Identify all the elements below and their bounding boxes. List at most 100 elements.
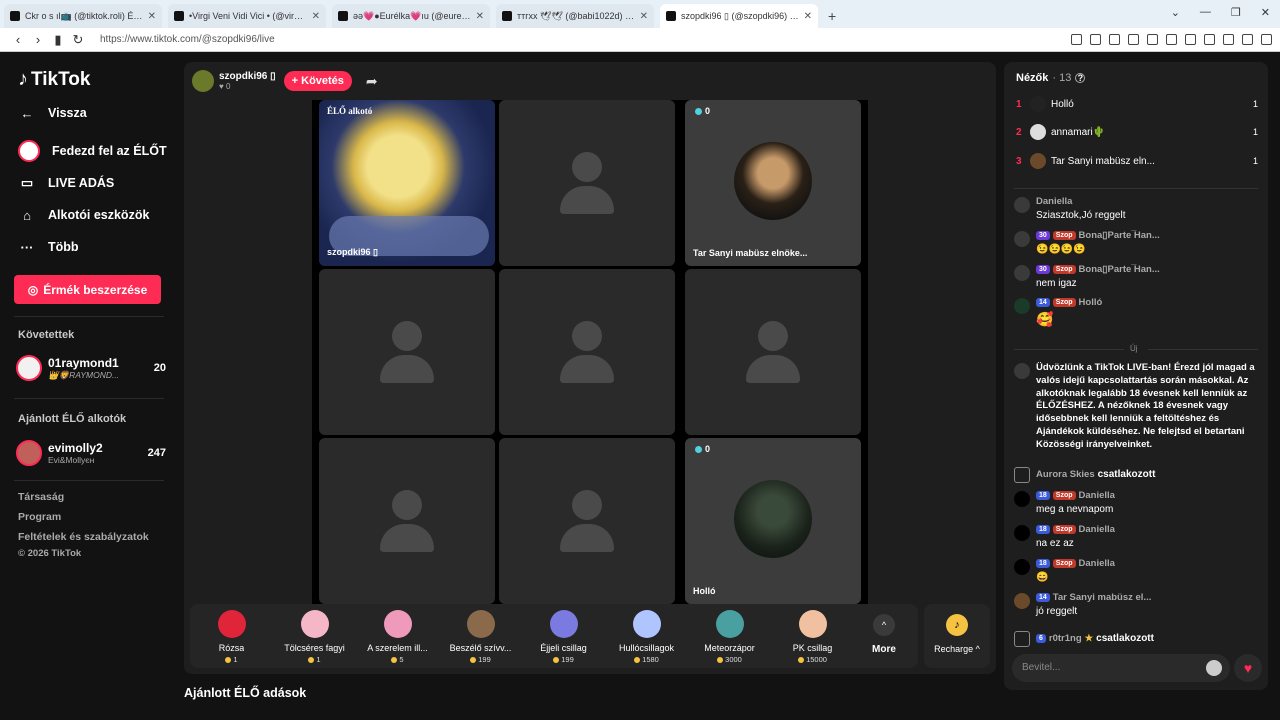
chevron-down-icon[interactable]: ⌄ xyxy=(1171,6,1180,19)
nav-explore-live[interactable]: Fedezd fel az ÉLŐT xyxy=(18,140,167,162)
more-dots-icon: ··· xyxy=(20,239,34,255)
footer-link-terms[interactable]: Feltételek és szabályzatok xyxy=(18,531,149,543)
avatar xyxy=(1014,298,1030,314)
gift-bar: Rózsa 1 Tölcséres fagyi 1 A szerelem ill..… xyxy=(190,604,918,668)
back-arrow-icon[interactable]: ‹ xyxy=(8,32,28,47)
browser-tab[interactable]: ǝǝ💗●Eurélka💗ıu (@eurekaeurek✕ xyxy=(332,4,490,28)
gift-item[interactable]: Éjjeli csillag 199 xyxy=(522,604,605,668)
rewards-icon[interactable] xyxy=(1109,34,1120,45)
avatar xyxy=(1030,124,1046,140)
more-gifts-button[interactable]: ^ More xyxy=(854,604,914,668)
nav-creator-tools[interactable]: ⌂ Alkotói eszközök xyxy=(18,206,149,224)
avatar xyxy=(1014,559,1030,575)
new-tab-icon[interactable]: + xyxy=(828,8,836,24)
extension-icon[interactable] xyxy=(1166,34,1177,45)
reload-icon[interactable]: ↻ xyxy=(68,32,88,48)
chat-input[interactable]: Bevitel... xyxy=(1012,654,1230,682)
nav-more[interactable]: ··· Több xyxy=(18,238,79,256)
gift-item[interactable]: Meteorzápor 3000 xyxy=(688,604,771,668)
empty-guest-slot[interactable] xyxy=(499,438,675,604)
empty-guest-slot[interactable] xyxy=(319,438,495,604)
extension-icon[interactable] xyxy=(1147,34,1158,45)
tiktok-coin-icon: ♪ xyxy=(946,614,968,636)
url-field[interactable]: https://www.tiktok.com/@szopdki96/live xyxy=(100,34,1071,45)
home-icon: ⌂ xyxy=(23,207,31,223)
avatar xyxy=(1014,197,1030,213)
chat-message: 18 Szop Daniella na ez az xyxy=(1014,524,1260,550)
maximize-icon[interactable]: ❐ xyxy=(1231,6,1241,19)
recommended-title: Ajánlott ÉLŐ alkotók xyxy=(18,413,127,425)
guest-avatar xyxy=(734,142,812,220)
wallet-icon[interactable] xyxy=(1223,34,1234,45)
follow-button[interactable]: + Követés xyxy=(283,71,352,91)
footer-link-program[interactable]: Program xyxy=(18,511,61,523)
talking-heart-gift-icon xyxy=(466,610,495,638)
host-video-cell[interactable]: ÉLŐ alkotó szopdki96 ▯ xyxy=(319,100,495,266)
window-controls: ⌄ — ❐ ✕ xyxy=(1171,6,1270,19)
sidebar-icon[interactable] xyxy=(1204,34,1215,45)
close-icon[interactable]: ✕ xyxy=(804,11,812,22)
browser-tab[interactable]: Ckr o s ıl📺 (@tiktok.roli) ÉLŐ adá✕ xyxy=(4,4,162,28)
cell-name: Tar Sanyi mabüsz elnöke... xyxy=(693,248,808,258)
zoom-icon[interactable] xyxy=(1071,34,1082,45)
chat-message: 18 Szop Daniella meg a nevnapom xyxy=(1014,490,1260,516)
close-window-icon[interactable]: ✕ xyxy=(1261,6,1270,19)
vpn-icon[interactable] xyxy=(1242,34,1253,45)
host-avatar[interactable] xyxy=(192,70,214,92)
info-icon[interactable]: ? xyxy=(1075,73,1086,83)
arrow-left-icon: ← xyxy=(20,105,34,121)
gift-item[interactable]: Rózsa 1 xyxy=(190,604,273,668)
empty-guest-slot[interactable] xyxy=(499,269,675,435)
guest-cell[interactable]: 0 Tar Sanyi mabüsz elnöke... xyxy=(685,100,861,266)
extension-icon[interactable] xyxy=(1185,34,1196,45)
recommended-item[interactable]: evimolly2 Evi&Mollyєн 247 xyxy=(16,440,166,466)
score-dot-icon xyxy=(695,445,702,453)
coin-icon: ◎ xyxy=(27,282,39,297)
tiktok-logo[interactable]: ♪ TikTok xyxy=(18,68,90,91)
avatar xyxy=(16,440,42,466)
following-item[interactable]: 01raymond1 👑🦁RAYMOND... 20 xyxy=(16,355,166,381)
host-name[interactable]: szopdki96 ▯ xyxy=(219,71,276,82)
footer-link-company[interactable]: Társaság xyxy=(18,491,64,503)
empty-guest-slot[interactable] xyxy=(499,100,675,266)
recharge-button[interactable]: ♪ Recharge ^ xyxy=(924,604,990,668)
forward-arrow-icon[interactable]: › xyxy=(28,32,48,47)
close-icon[interactable]: ✕ xyxy=(148,11,156,22)
get-coins-button[interactable]: ◎ Érmék beszerzése xyxy=(14,275,161,304)
gift-item[interactable]: Tölcséres fagyi 1 xyxy=(273,604,356,668)
gift-item[interactable]: Hullócsillagok 1580 xyxy=(605,604,688,668)
viewer-row[interactable]: 2 annamari🌵 1 xyxy=(1016,124,1258,140)
viewers-header[interactable]: Nézők · 13? xyxy=(1016,72,1086,84)
browser-tab-active[interactable]: szopdki96 ▯ (@szopdki96) ÉL ✕ xyxy=(660,4,818,28)
guest-score: 0 xyxy=(695,444,710,454)
browser-tab[interactable]: •Virgi Veni Vidi Vici • (@virgivenivid✕ xyxy=(168,4,326,28)
viewer-row[interactable]: 3 Tar Sanyi mabüsz eln... 1 xyxy=(1016,153,1258,169)
extension-icon[interactable] xyxy=(1128,34,1139,45)
system-welcome-message: Üdvözlünk a TikTok LIVE-ban! Érezd jól m… xyxy=(1014,362,1262,452)
gift-item[interactable]: PK csillag 15000 xyxy=(771,604,854,668)
minimize-icon[interactable]: — xyxy=(1200,6,1211,19)
following-title: Követettek xyxy=(18,329,75,341)
emoji-icon[interactable] xyxy=(1206,660,1222,676)
like-heart-button[interactable]: ♥ xyxy=(1234,654,1262,682)
bookmark-icon[interactable]: ▮ xyxy=(48,32,68,48)
gift-item[interactable]: A szerelem ill... 5 xyxy=(356,604,439,668)
back-link[interactable]: ← Vissza xyxy=(18,104,87,122)
empty-guest-slot[interactable] xyxy=(685,269,861,435)
share-icon[interactable]: ➦ xyxy=(366,73,378,90)
guest-cell[interactable]: 0 Holló xyxy=(685,438,861,604)
close-icon[interactable]: ✕ xyxy=(476,11,484,22)
person-placeholder-icon xyxy=(380,490,434,552)
close-icon[interactable]: ✕ xyxy=(640,11,648,22)
empty-guest-slot[interactable] xyxy=(319,269,495,435)
gift-item[interactable]: Beszélő szívv... 199 xyxy=(439,604,522,668)
shield-icon[interactable] xyxy=(1090,34,1101,45)
menu-icon[interactable] xyxy=(1261,34,1272,45)
browser-tab[interactable]: ттгхх 🕊🕊 (@babi1022d) ÉLŐ adásba✕ xyxy=(496,4,654,28)
nav-live[interactable]: ▭ LIVE ADÁS xyxy=(18,174,114,192)
close-icon[interactable]: ✕ xyxy=(312,11,320,22)
chat-message: 18 Szop Daniella 😄 xyxy=(1014,558,1260,584)
perfume-gift-icon xyxy=(383,610,412,638)
chat-message: 30 Szop Bona▯Parte ̅Han... nem igaz xyxy=(1014,264,1260,290)
viewer-row[interactable]: 1 Holló 1 xyxy=(1016,96,1258,112)
